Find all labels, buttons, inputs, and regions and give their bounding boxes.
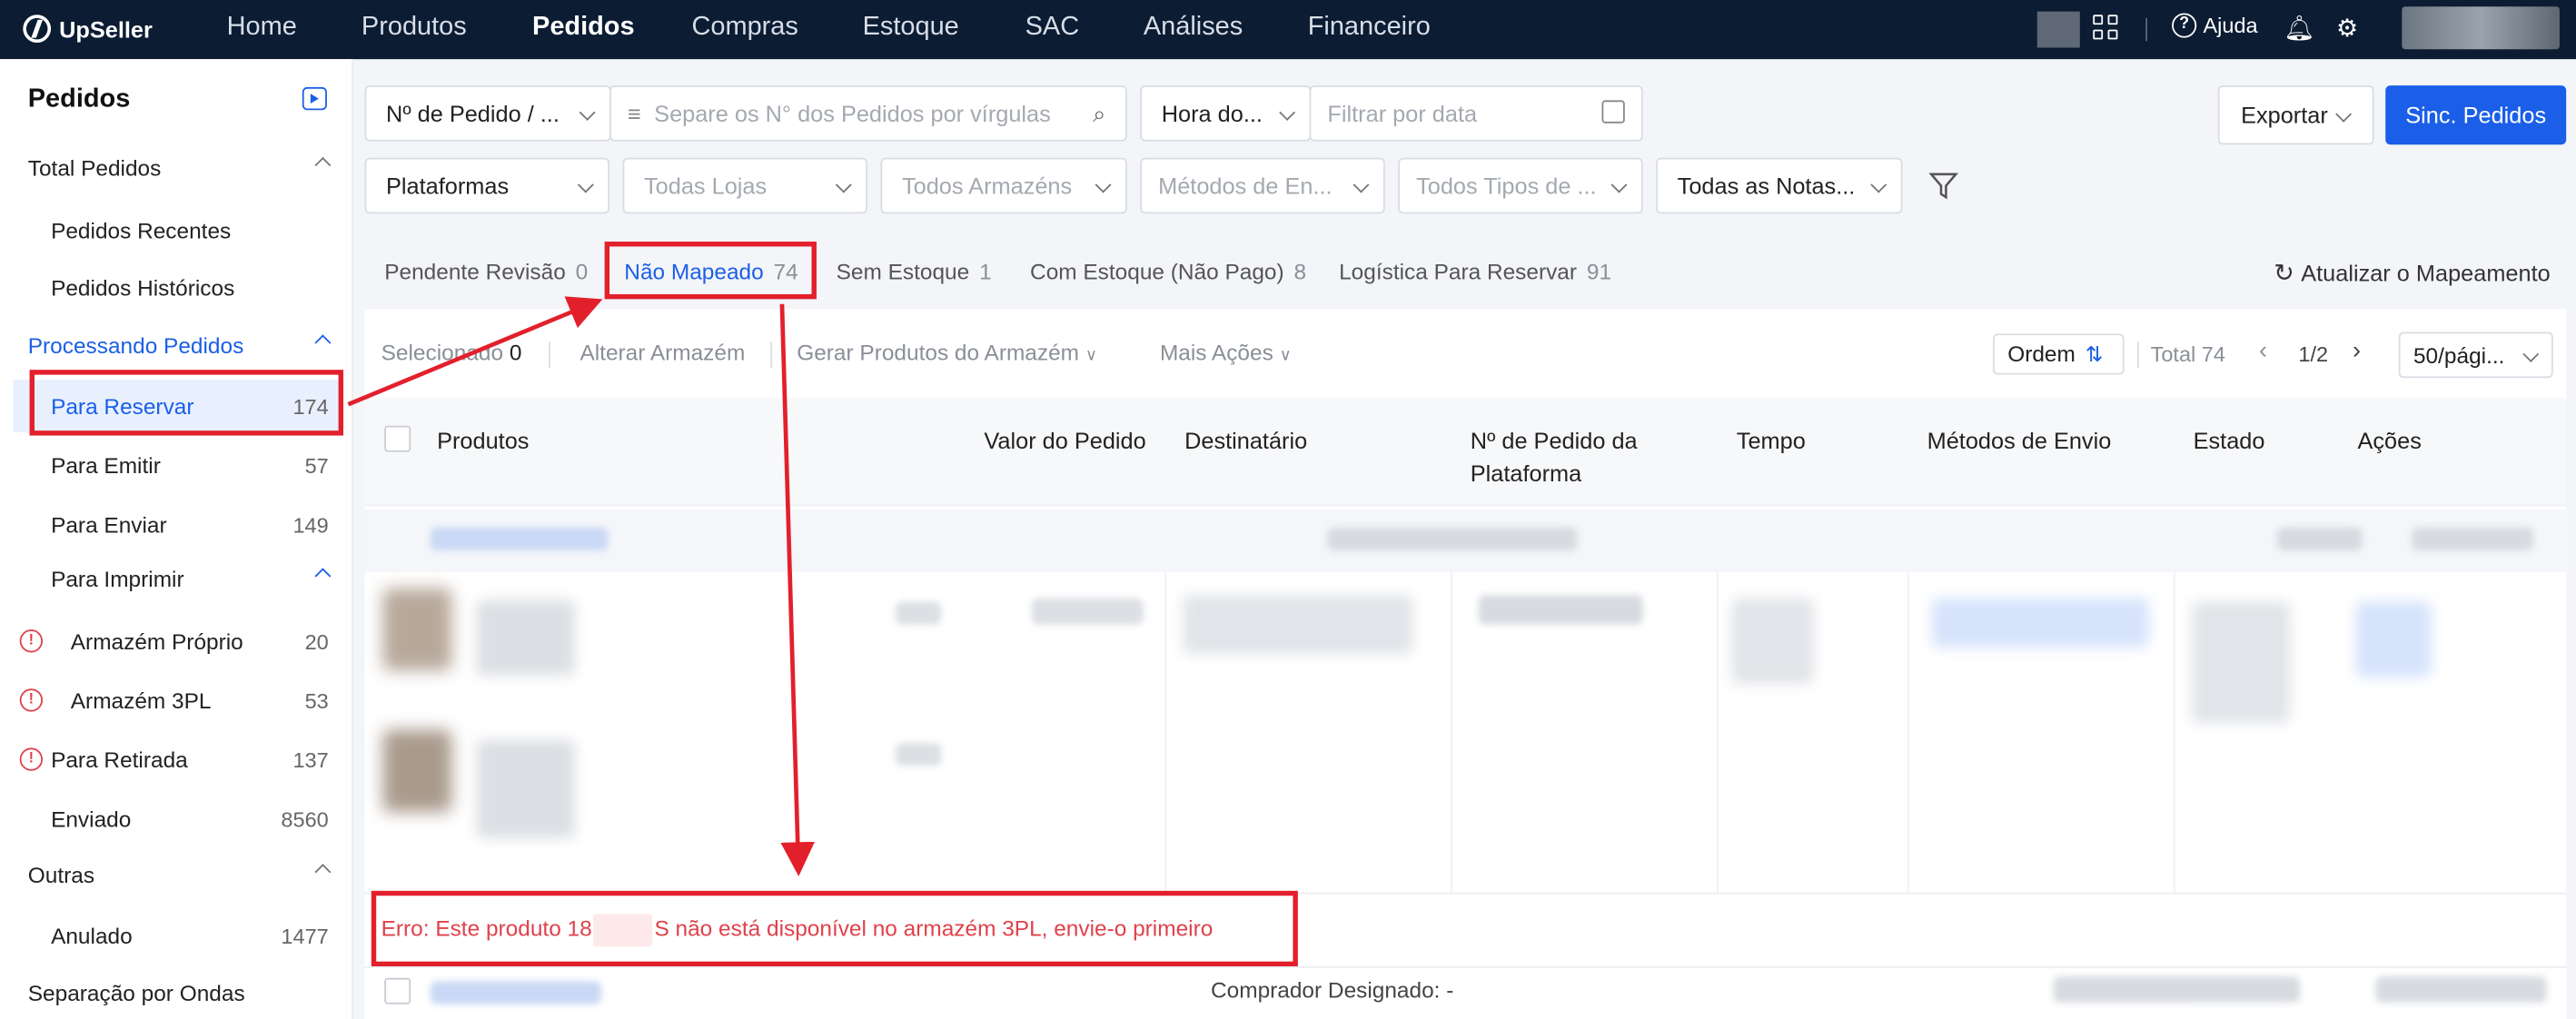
annotation-arrows — [347, 296, 816, 876]
